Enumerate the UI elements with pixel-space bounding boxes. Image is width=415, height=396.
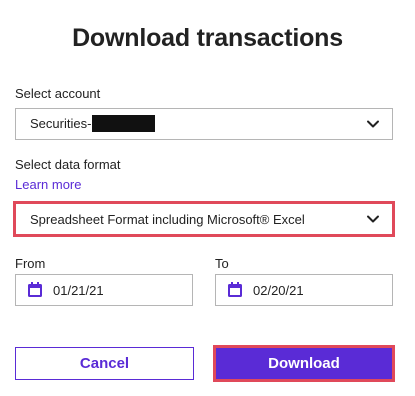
to-date-input[interactable]: 02/20/21	[215, 274, 393, 306]
cancel-button[interactable]: Cancel	[15, 347, 194, 380]
calendar-icon	[228, 282, 242, 297]
dialog-title: Download transactions	[72, 24, 343, 52]
account-label: Select account	[15, 86, 101, 101]
chevron-down-icon	[367, 215, 379, 223]
account-select[interactable]: Securities-	[15, 108, 393, 140]
from-date-value: 01/21/21	[53, 282, 104, 298]
calendar-icon	[28, 282, 42, 297]
download-button[interactable]: Download	[213, 345, 395, 382]
format-select[interactable]: Spreadsheet Format including Microsoft® …	[13, 201, 395, 237]
account-select-value: Securities-	[30, 115, 156, 133]
chevron-down-icon	[367, 120, 379, 128]
learn-more-link[interactable]: Learn more	[15, 177, 81, 192]
format-select-value: Spreadsheet Format including Microsoft® …	[30, 211, 305, 227]
from-date-input[interactable]: 01/21/21	[15, 274, 193, 306]
from-label: From	[15, 256, 46, 271]
to-label: To	[215, 256, 229, 271]
to-date-value: 02/20/21	[253, 282, 304, 298]
format-label: Select data format	[15, 157, 121, 172]
redacted-account-number	[92, 115, 156, 133]
